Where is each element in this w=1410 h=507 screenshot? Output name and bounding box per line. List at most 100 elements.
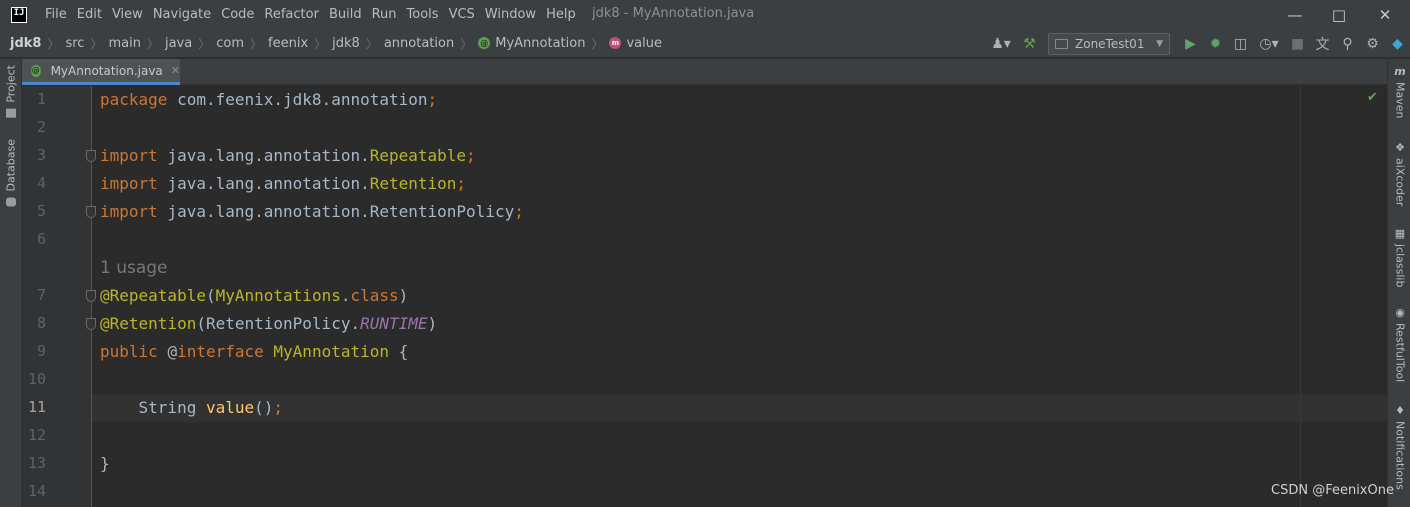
search-icon[interactable]: ⚲	[1335, 33, 1360, 55]
translate-icon[interactable]: 文	[1310, 33, 1335, 55]
intellij-logo-icon[interactable]: IJ	[11, 6, 27, 23]
code-token: Retention	[369, 174, 457, 193]
menu-item-window[interactable]: Window	[485, 7, 536, 22]
breadcrumb-item[interactable]: src	[65, 36, 84, 51]
navigation-bar: jdk8 〉 src 〉 main 〉 java 〉 com 〉 feenix 〉 jdk8 〉 annot…	[0, 29, 1410, 58]
code-line[interactable]: @Retention(RetentionPolicy.RUNTIME)	[100, 310, 437, 338]
breadcrumb-separator: 〉	[90, 36, 103, 51]
jclasslib-tool-window-tab[interactable]: ▦ jclasslib	[1391, 227, 1409, 287]
database-tool-window-tab[interactable]: Database	[2, 139, 20, 211]
run-icon[interactable]: ▶	[1178, 33, 1203, 55]
main-toolbar: ♟▾ ⚒ ZoneTest01 ▼ ▶ ✹ ◫ ◷▾ ■ 文 ⚲ ⚙ ◆	[985, 29, 1410, 58]
breadcrumb-item[interactable]: java	[165, 36, 192, 51]
line-number[interactable]: 12	[22, 426, 46, 444]
code-token: java.lang.annotation.	[157, 174, 370, 193]
maven-icon: m	[1394, 65, 1406, 78]
database-icon	[6, 197, 16, 207]
profile-icon[interactable]: ◷▾	[1253, 33, 1285, 55]
menu-item-navigate[interactable]: Navigate	[153, 7, 211, 22]
code-editor[interactable]: ✔ 1 package com.feenix.jdk8.annotation; 2 3…	[22, 86, 1387, 507]
breadcrumb-item[interactable]: com	[216, 36, 244, 51]
breadcrumb-item[interactable]: jdk8	[332, 36, 360, 51]
coverage-icon[interactable]: ◫	[1228, 33, 1253, 55]
code-token: import	[100, 202, 158, 221]
code-line[interactable]: import java.lang.annotation.Retention;	[100, 170, 466, 198]
code-line[interactable]: @Repeatable(MyAnnotations.class)	[100, 282, 408, 310]
line-number[interactable]: 1	[22, 90, 46, 108]
close-tab-icon[interactable]: ✕	[171, 64, 180, 77]
plugin-icon[interactable]: ◆	[1385, 33, 1410, 55]
breadcrumb-separator: 〉	[365, 36, 378, 51]
code-line[interactable]: }	[100, 450, 110, 478]
line-number[interactable]: 9	[22, 342, 46, 360]
code-token: ;	[466, 146, 476, 165]
run-configuration-select[interactable]: ZoneTest01 ▼	[1048, 32, 1170, 55]
breadcrumb-separator: 〉	[460, 36, 473, 51]
editor-tab-myannotation[interactable]: @ MyAnnotation.java ✕	[22, 59, 180, 85]
code-token: (	[205, 286, 216, 305]
settings-gear-icon[interactable]: ⚙	[1360, 33, 1385, 55]
run-config-icon	[1055, 38, 1068, 49]
code-token: @Repeatable	[100, 286, 206, 305]
usage-hint[interactable]: 1 usage	[100, 254, 168, 282]
window-title: jdk8 - MyAnnotation.java	[592, 6, 755, 21]
line-number[interactable]: 14	[22, 482, 46, 500]
code-line[interactable]: import java.lang.annotation.RetentionPol…	[100, 198, 524, 226]
breadcrumb-separator: 〉	[146, 36, 159, 51]
menu-item-tools[interactable]: Tools	[407, 7, 439, 22]
fold-marker-icon[interactable]	[86, 206, 96, 218]
user-icon[interactable]: ♟▾	[985, 33, 1017, 55]
notifications-tool-window-tab[interactable]: ♦ Notifications	[1391, 404, 1409, 490]
menu-item-view[interactable]: View	[112, 7, 143, 22]
minimize-button[interactable]: —	[1272, 0, 1318, 29]
close-window-button[interactable]: ✕	[1362, 0, 1408, 29]
breadcrumb-separator: 〉	[314, 36, 327, 51]
project-tool-window-tab[interactable]: Project	[2, 65, 20, 122]
line-number[interactable]: 8	[22, 314, 46, 332]
fold-marker-icon[interactable]	[86, 290, 96, 302]
breadcrumb-item[interactable]: jdk8	[10, 36, 41, 51]
line-number[interactable]: 3	[22, 146, 46, 164]
line-number[interactable]: 7	[22, 286, 46, 304]
menu-item-code[interactable]: Code	[221, 7, 254, 22]
breadcrumb-item[interactable]: feenix	[268, 36, 308, 51]
build-hammer-icon[interactable]: ⚒	[1017, 33, 1042, 55]
maximize-button[interactable]: □	[1316, 0, 1362, 29]
menu-item-edit[interactable]: Edit	[77, 7, 102, 22]
code-token: ()	[254, 398, 274, 417]
menu-item-build[interactable]: Build	[329, 7, 362, 22]
breadcrumb-item[interactable]: @ MyAnnotation	[478, 36, 585, 51]
code-line[interactable]: package com.feenix.jdk8.annotation;	[100, 86, 437, 114]
maven-tool-window-tab[interactable]: m Maven	[1391, 65, 1409, 118]
code-token: package	[100, 90, 168, 109]
menu-item-vcs[interactable]: VCS	[449, 7, 475, 22]
aixcoder-tool-window-tab[interactable]: ❖ aiXcoder	[1391, 141, 1409, 206]
line-number[interactable]: 13	[22, 454, 46, 472]
menu-item-file[interactable]: File	[45, 7, 67, 22]
breadcrumb-item[interactable]: annotation	[384, 36, 454, 51]
menu-item-run[interactable]: Run	[372, 7, 397, 22]
code-line[interactable]: import java.lang.annotation.Repeatable;	[100, 142, 476, 170]
stop-icon[interactable]: ■	[1285, 33, 1310, 55]
line-number[interactable]: 6	[22, 230, 46, 248]
code-token: value	[205, 398, 255, 417]
breadcrumb-item[interactable]: main	[108, 36, 140, 51]
menu-item-refactor[interactable]: Refactor	[264, 7, 319, 22]
line-number[interactable]: 2	[22, 118, 46, 136]
restfultool-tool-window-tab[interactable]: ◉ RestfulTool	[1391, 306, 1409, 382]
inspection-ok-icon[interactable]: ✔	[1367, 90, 1378, 105]
line-number[interactable]: 5	[22, 202, 46, 220]
menu-bar: File Edit View Navigate Code Refactor Build Run…	[45, 7, 586, 22]
debug-icon[interactable]: ✹	[1203, 33, 1228, 55]
run-configuration-label: ZoneTest01	[1075, 36, 1145, 51]
code-token: import	[100, 146, 158, 165]
code-line[interactable]: String value();	[100, 394, 284, 422]
menu-item-help[interactable]: Help	[546, 7, 576, 22]
breadcrumb-item[interactable]: m value	[609, 36, 662, 51]
code-line[interactable]: public @interface MyAnnotation {	[100, 338, 408, 366]
line-number[interactable]: 4	[22, 174, 46, 192]
fold-marker-icon[interactable]	[86, 150, 96, 162]
fold-marker-icon[interactable]	[86, 318, 96, 330]
line-number[interactable]: 11	[22, 398, 46, 416]
line-number[interactable]: 10	[22, 370, 46, 388]
